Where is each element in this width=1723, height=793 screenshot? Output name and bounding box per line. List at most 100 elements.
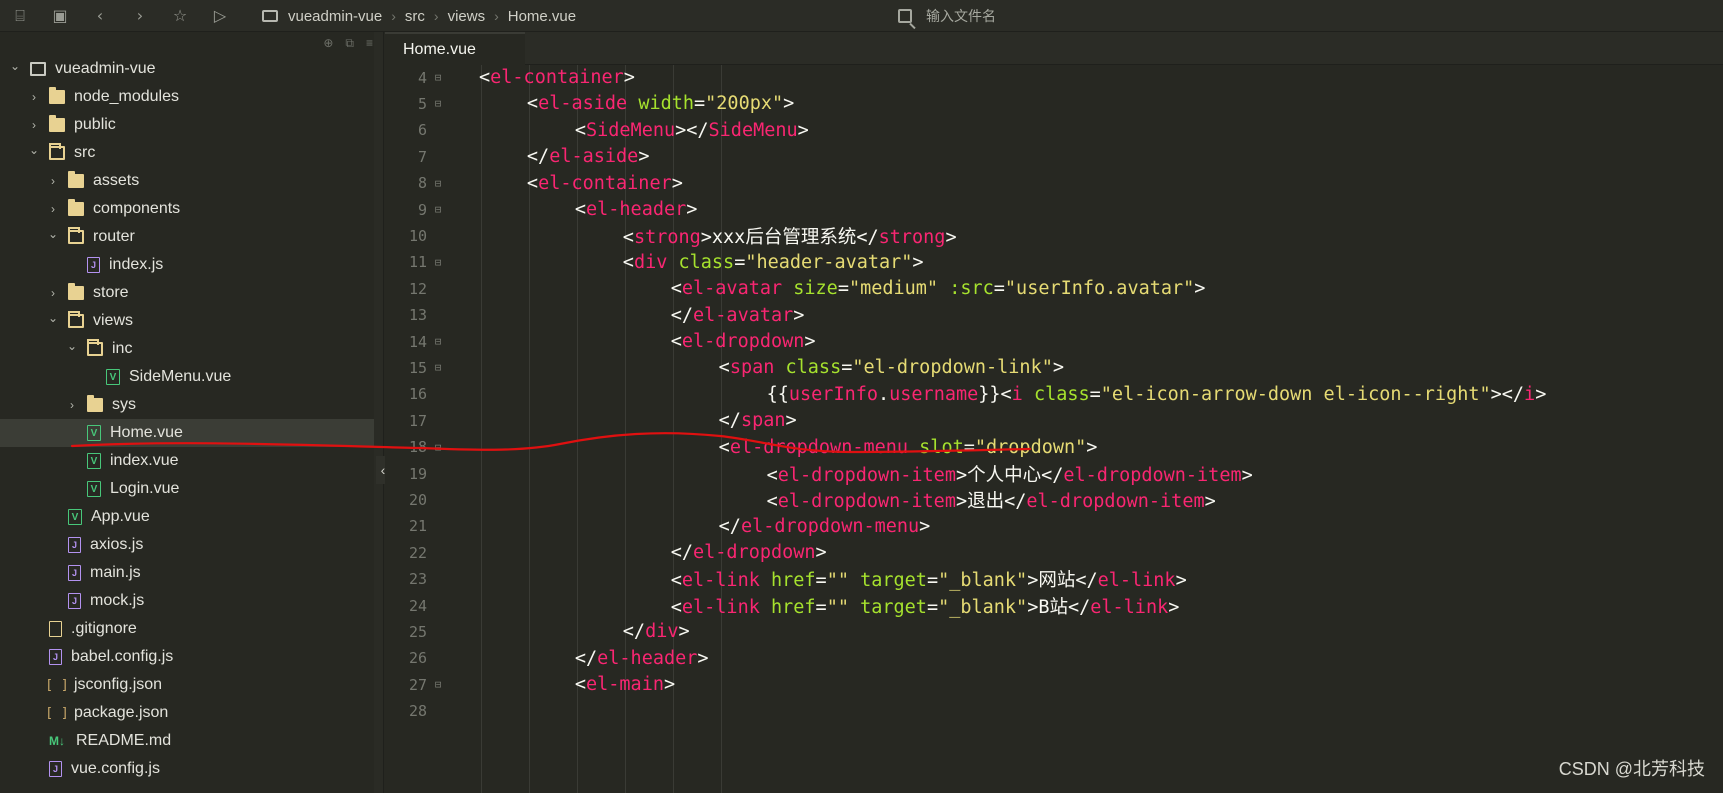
- collapse-all-icon[interactable]: ⧉: [345, 36, 354, 51]
- breadcrumb-item[interactable]: src: [405, 8, 425, 25]
- code-text: =: [926, 596, 939, 618]
- tree-item[interactable]: ›VSideMenu.vue: [0, 363, 374, 391]
- sidebar-scrollbar[interactable]: [374, 32, 383, 793]
- tree-item[interactable]: ›M↓README.md: [0, 727, 374, 755]
- fold-icon[interactable]: ⊟: [427, 203, 449, 216]
- breadcrumb-item[interactable]: Home.vue: [508, 8, 576, 25]
- breadcrumb-item[interactable]: views: [448, 8, 486, 25]
- code-content: <el-dropdown>: [449, 331, 816, 352]
- fold-icon[interactable]: ⊟: [427, 441, 449, 454]
- code-line[interactable]: 25 </div>: [385, 617, 1723, 646]
- forward-icon[interactable]: ›: [120, 0, 160, 32]
- code-line[interactable]: 4 ⊟ <el-container>: [385, 63, 1723, 92]
- tree-item[interactable]: ›Jaxios.js: [0, 531, 374, 559]
- chevron-down-icon[interactable]: ⌄: [65, 339, 79, 353]
- code-line[interactable]: 10 <strong>xxx后台管理系统</strong>: [385, 221, 1723, 250]
- code-line[interactable]: 6 <SideMenu></SideMenu>: [385, 116, 1723, 145]
- tree-item[interactable]: › components: [0, 195, 374, 223]
- code-text: >: [678, 621, 690, 643]
- tree-item[interactable]: ›Jvue.config.js: [0, 755, 374, 783]
- code-line[interactable]: 23 <el-link href="" target="_blank">网站</e…: [385, 565, 1723, 594]
- tree-item[interactable]: › node_modules: [0, 83, 374, 111]
- back-icon[interactable]: ‹: [80, 0, 120, 32]
- save-all-icon[interactable]: ⌸: [0, 0, 40, 32]
- code-line[interactable]: 22 </el-dropdown>: [385, 538, 1723, 567]
- code-line[interactable]: 27 ⊟ <el-main>: [385, 670, 1723, 699]
- tree-item[interactable]: ⌄ inc: [0, 335, 374, 363]
- chevron-right-icon[interactable]: ›: [65, 398, 79, 412]
- breadcrumb-item[interactable]: vueadmin-vue: [288, 8, 382, 25]
- chevron-right-icon[interactable]: ›: [27, 90, 41, 104]
- fold-icon[interactable]: ⊟: [427, 177, 449, 190]
- tree-item[interactable]: › sys: [0, 391, 374, 419]
- code-line[interactable]: 11 ⊟ <div class="header-avatar">: [385, 248, 1723, 277]
- code-line[interactable]: 5 ⊟ <el-aside width="200px">: [385, 89, 1723, 118]
- code-line[interactable]: 21 </el-dropdown-menu>: [385, 512, 1723, 541]
- tree-item[interactable]: ⌄ src: [0, 139, 374, 167]
- tree-item-label: inc: [112, 340, 133, 357]
- code-line[interactable]: 12 <el-avatar size="medium" :src="userInf…: [385, 274, 1723, 303]
- tree-item-label: sys: [112, 396, 136, 413]
- save-icon[interactable]: ▣: [40, 0, 80, 32]
- chevron-right-icon[interactable]: ›: [46, 202, 60, 216]
- tree-item-label: README.md: [76, 732, 172, 749]
- tree-item[interactable]: ›Jmock.js: [0, 587, 374, 615]
- fold-icon[interactable]: ⊟: [427, 361, 449, 374]
- code-line[interactable]: 24 <el-link href="" target="_blank">B站</e…: [385, 591, 1723, 620]
- tree-item[interactable]: ›.gitignore: [0, 615, 374, 643]
- chevron-right-icon[interactable]: ›: [46, 286, 60, 300]
- code-text: >网站</: [1027, 570, 1098, 592]
- tree-item[interactable]: › public: [0, 111, 374, 139]
- tree-item[interactable]: ›VApp.vue: [0, 503, 374, 531]
- tree-item[interactable]: › store: [0, 279, 374, 307]
- tag-token: SideMenu: [708, 119, 798, 141]
- code-line[interactable]: 15 ⊟ <span class="el-dropdown-link">: [385, 353, 1723, 382]
- code-line[interactable]: 7 </el-aside>: [385, 142, 1723, 171]
- chevron-down-icon[interactable]: ⌄: [46, 311, 60, 325]
- tree-item[interactable]: ›[ ]package.json: [0, 699, 374, 727]
- fold-icon[interactable]: ⊟: [427, 97, 449, 110]
- chevron-right-icon[interactable]: ›: [27, 118, 41, 132]
- code-line[interactable]: 19 <el-dropdown-item>个人中心</el-dropdown-it…: [385, 459, 1723, 488]
- run-icon[interactable]: ▷: [200, 0, 240, 32]
- tree-item[interactable]: ›[ ]jsconfig.json: [0, 671, 374, 699]
- tree-item[interactable]: ›VHome.vue: [0, 419, 374, 447]
- tree-item[interactable]: ›Jmain.js: [0, 559, 374, 587]
- chevron-down-icon[interactable]: ⌄: [27, 143, 41, 157]
- tree-item[interactable]: › assets: [0, 167, 374, 195]
- tree-item[interactable]: ›Jbabel.config.js: [0, 643, 374, 671]
- code-line[interactable]: 14 ⊟ <el-dropdown>: [385, 327, 1723, 356]
- code-text: </: [670, 542, 694, 564]
- locate-icon[interactable]: ⊕: [323, 36, 333, 51]
- code-line[interactable]: 18 ⊟ <el-dropdown-menu slot="dropdown">: [385, 433, 1723, 462]
- code-line[interactable]: 9 ⊟ <el-header>: [385, 195, 1723, 224]
- code-line[interactable]: 20 <el-dropdown-item>退出</el-dropdown-item…: [385, 485, 1723, 514]
- fold-icon[interactable]: ⊟: [427, 256, 449, 269]
- fold-icon[interactable]: ⊟: [427, 71, 449, 84]
- chevron-down-icon[interactable]: ⌄: [8, 59, 22, 73]
- tree-item[interactable]: ›VLogin.vue: [0, 475, 374, 503]
- file-search[interactable]: 输入文件名: [898, 0, 996, 32]
- code-content: <el-dropdown-item>个人中心</el-dropdown-item…: [449, 461, 1253, 487]
- tree-item[interactable]: ›Jindex.js: [0, 251, 374, 279]
- code-line[interactable]: 28: [385, 697, 1723, 726]
- fold-icon[interactable]: ⊟: [427, 678, 449, 691]
- js-file-icon: J: [49, 649, 62, 665]
- code-editor[interactable]: 4 ⊟ <el-container> 5 ⊟ <el-aside width="200px…: [385, 65, 1723, 793]
- code-line[interactable]: 13 </el-avatar>: [385, 301, 1723, 330]
- tab-home-vue[interactable]: Home.vue: [385, 32, 525, 65]
- code-line[interactable]: 17 </span>: [385, 406, 1723, 435]
- tree-item[interactable]: ⌄ router: [0, 223, 374, 251]
- star-icon[interactable]: ☆: [160, 0, 200, 32]
- chevron-right-icon[interactable]: ›: [46, 174, 60, 188]
- tree-item[interactable]: ⌄ views: [0, 307, 374, 335]
- menu-icon[interactable]: ≡: [366, 36, 373, 51]
- chevron-down-icon[interactable]: ⌄: [46, 227, 60, 241]
- search-input-placeholder[interactable]: 输入文件名: [926, 6, 996, 26]
- code-line[interactable]: 8 ⊟ <el-container>: [385, 169, 1723, 198]
- fold-icon[interactable]: ⊟: [427, 335, 449, 348]
- tree-item[interactable]: ›Vindex.vue: [0, 447, 374, 475]
- code-line[interactable]: 16 {{userInfo.username}}<i class="el-icon…: [385, 380, 1723, 409]
- code-line[interactable]: 26 </el-header>: [385, 644, 1723, 673]
- tree-item[interactable]: ⌄ vueadmin-vue: [0, 55, 374, 83]
